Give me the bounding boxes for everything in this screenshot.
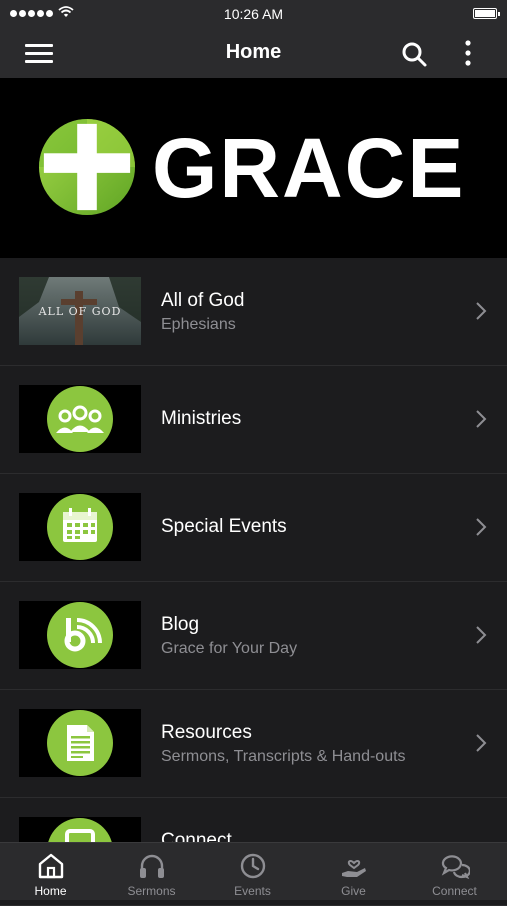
ministries-thumbnail: [19, 385, 141, 453]
list-item-ministries[interactable]: Ministries: [0, 366, 507, 474]
status-time: 10:26 AM: [223, 6, 284, 22]
status-bar: 10:26 AM: [0, 0, 507, 28]
chevron-right-icon: [476, 518, 487, 536]
list-item-subtitle: Ephesians: [161, 316, 236, 333]
page-title: Home: [225, 41, 282, 63]
headphones-icon: [140, 854, 164, 878]
home-menu-list: ALL OF GOD All of God Ephesians Ministri…: [0, 258, 507, 906]
list-item-subtitle: Sermons, Transcripts & Hand-outs: [161, 748, 406, 765]
chevron-right-icon: [476, 302, 487, 320]
list-item-resources[interactable]: Resources Sermons, Transcripts & Hand-ou…: [0, 690, 507, 798]
grace-cross-logo-icon: [38, 118, 136, 216]
battery-icon: [473, 8, 500, 19]
tab-connect[interactable]: Connect: [404, 843, 505, 901]
church-logo-banner: GRACE: [0, 78, 507, 258]
list-item-title: Blog: [161, 614, 200, 635]
list-item-all-of-god[interactable]: ALL OF GOD All of God Ephesians: [0, 258, 507, 366]
top-navigation-bar: Home: [0, 28, 507, 78]
tab-label: Home: [34, 884, 67, 898]
list-item-title: All of God: [161, 290, 245, 311]
thumbnail-caption: ALL OF GOD: [38, 305, 122, 318]
special-events-thumbnail: [19, 493, 141, 561]
chevron-right-icon: [476, 734, 487, 752]
give-hand-icon: [342, 860, 366, 877]
tab-label: Events: [234, 884, 271, 898]
sermon-series-thumbnail: ALL OF GOD: [19, 277, 141, 345]
home-icon: [38, 853, 64, 879]
chevron-right-icon: [476, 410, 487, 428]
grace-logo-text: GRACE: [152, 121, 466, 215]
tab-give[interactable]: Give: [303, 843, 404, 901]
blog-thumbnail: [19, 601, 141, 669]
bottom-tab-bar: Home Sermons Events Give Connect: [0, 842, 507, 900]
list-item-special-events[interactable]: Special Events: [0, 474, 507, 582]
tab-events[interactable]: Events: [202, 843, 303, 901]
tab-label: Give: [341, 884, 366, 898]
tab-label: Sermons: [127, 884, 176, 898]
list-item-title: Special Events: [161, 516, 287, 537]
list-item-subtitle: Grace for Your Day: [161, 640, 298, 657]
list-item-title: Ministries: [161, 408, 242, 429]
list-item-blog[interactable]: Blog Grace for Your Day: [0, 582, 507, 690]
tab-label: Connect: [432, 884, 477, 898]
resources-thumbnail: [19, 709, 141, 777]
tab-sermons[interactable]: Sermons: [101, 843, 202, 901]
list-item-title: Resources: [161, 722, 252, 743]
chat-bubbles-icon: [441, 855, 470, 880]
clock-icon: [240, 853, 266, 879]
tab-home[interactable]: Home: [0, 843, 101, 901]
chevron-right-icon: [476, 626, 487, 644]
more-options-icon[interactable]: [458, 38, 478, 68]
search-icon[interactable]: [400, 40, 428, 68]
